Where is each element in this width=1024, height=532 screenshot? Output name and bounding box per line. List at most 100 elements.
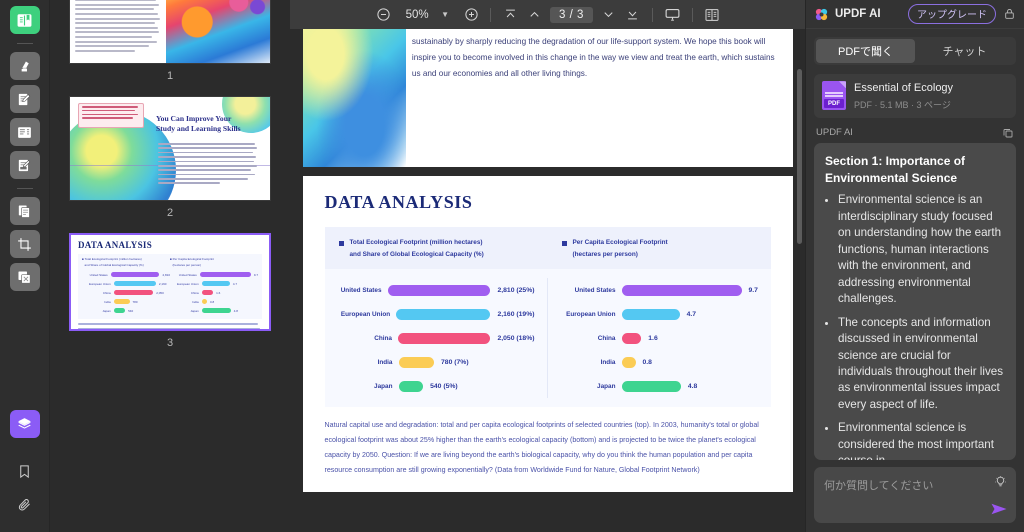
- bar-label: Japan: [597, 382, 616, 390]
- page-indicator[interactable]: 3 / 3: [550, 6, 593, 23]
- bar-row: India 0.8: [560, 350, 759, 374]
- prev-page-button[interactable]: [522, 4, 546, 26]
- bar-row: Japan 540 (5%): [337, 374, 535, 398]
- bar: [397, 332, 491, 344]
- legend-right-line1: Per Capita Ecological Footprint: [572, 239, 668, 246]
- thumb2-callout-box: [78, 103, 144, 128]
- ai-response-label: UPDF AI: [816, 127, 853, 139]
- next-page-button[interactable]: [597, 4, 621, 26]
- bar: [621, 380, 681, 392]
- attached-file-card[interactable]: PDF Essential of Ecology PDF · 5.1 MB · …: [814, 74, 1016, 118]
- file-meta: PDF · 5.1 MB · 3 ページ: [854, 99, 951, 110]
- edit-pdf-icon[interactable]: [9, 118, 40, 146]
- toolbar-divider-3: [691, 7, 693, 22]
- sign-icon[interactable]: [9, 151, 40, 179]
- legend-marker-right: [561, 241, 567, 246]
- last-page-button[interactable]: [621, 4, 645, 26]
- toolbar-divider-2: [651, 7, 653, 22]
- presentation-icon[interactable]: [660, 4, 685, 26]
- attachment-icon[interactable]: [10, 490, 40, 518]
- legend-right: Per Capita Ecological Footprint (hectare…: [548, 237, 771, 269]
- chart-legend-row: Total Ecological Footprint (million hect…: [325, 237, 771, 269]
- chart-total-footprint: United States 2,810 (25%) European Union 2,…: [325, 278, 548, 399]
- thumb3-legend-right: ■ Per Capita Ecological Footprint (hecta…: [170, 257, 214, 267]
- bar-value: 4.7: [686, 310, 697, 318]
- ai-question-input[interactable]: 何か質問してください: [814, 467, 1016, 523]
- thumb3-title: DATA ANALYSIS: [78, 240, 153, 250]
- thumb3-chart-left: United States 2,810 European Union 2,160 C…: [88, 272, 170, 314]
- zoom-out-button[interactable]: [371, 4, 395, 26]
- bar-value: 9.7: [748, 286, 758, 294]
- bar-value: 2,160 (19%): [497, 310, 535, 318]
- bar-row: United States 9.7: [560, 278, 759, 302]
- page2-globe-image: [302, 29, 406, 167]
- lock-icon[interactable]: [1003, 7, 1016, 21]
- bar-row: European Union 2,160 (19%): [337, 302, 535, 326]
- legend-right-line2: (hectares per person): [572, 251, 638, 259]
- bar-value: 2,810 (25%): [497, 286, 535, 294]
- upgrade-button[interactable]: アップグレード: [908, 4, 996, 24]
- thumb2-heading-line2: Study and Learning Skills: [156, 124, 241, 134]
- document-scroll-area[interactable]: sustainably by sharply reducing the degr…: [290, 29, 805, 532]
- thumb1-text-block: [70, 0, 166, 63]
- tab-ask-pdf[interactable]: PDFで聞く: [816, 39, 915, 63]
- pdf-badge: PDF: [824, 99, 844, 109]
- bar-label: European Union: [566, 310, 616, 318]
- book-view-icon[interactable]: [700, 4, 724, 26]
- send-icon[interactable]: [990, 502, 1008, 516]
- zoom-in-button[interactable]: [459, 4, 483, 26]
- charts-row: United States 2,810 (25%) European Union 2,…: [324, 269, 771, 408]
- ai-panel: UPDF AI アップグレード PDFで聞く チャット PDF Essentia…: [805, 0, 1024, 532]
- convert-icon[interactable]: [9, 263, 40, 291]
- bar-row: China 2,050 (18%): [337, 326, 535, 350]
- list-item: The concepts and information discussed i…: [838, 315, 1005, 414]
- ai-input-placeholder: 何か質問してください: [824, 480, 934, 492]
- bar-value: 2,050 (18%): [497, 334, 535, 342]
- zoom-level-value[interactable]: 50%: [395, 9, 439, 21]
- reader-mode-icon[interactable]: [9, 6, 40, 34]
- page-caption: Natural capital use and degradation: tot…: [324, 421, 759, 475]
- bar-label: United States: [574, 286, 616, 294]
- bar: [621, 308, 680, 320]
- rail-divider-2: [16, 188, 33, 189]
- chevron-down-icon[interactable]: ▼: [439, 10, 459, 19]
- bookmark-icon[interactable]: [10, 457, 40, 485]
- copy-icon[interactable]: [1002, 127, 1014, 139]
- bar-value: 780 (7%): [441, 358, 469, 366]
- thumb2-heading: You Can Improve Your Study and Learning …: [156, 114, 260, 135]
- updf-app-window: 1 You Can Improve Your Study and Learnin…: [0, 0, 1024, 532]
- bar-label: United States: [340, 286, 382, 294]
- page-gap: [302, 167, 793, 176]
- bar: [621, 356, 636, 368]
- organize-pages-icon[interactable]: [9, 197, 40, 225]
- tab-chat[interactable]: チャット: [915, 39, 1014, 63]
- thumb3-chart-panel: ■ Total Ecological Footprint (million he…: [78, 254, 262, 320]
- annotate-icon[interactable]: [9, 85, 40, 113]
- thumbnail-page-2[interactable]: You Can Improve Your Study and Learning …: [69, 96, 271, 201]
- highlight-icon[interactable]: [9, 52, 40, 80]
- thumbnail-label-3: 3: [166, 337, 174, 349]
- thumbnail-page-3[interactable]: DATA ANALYSIS ■ Total Ecological Footpri…: [69, 233, 271, 331]
- page-thumbnail-panel[interactable]: 1 You Can Improve Your Study and Learnin…: [50, 0, 290, 532]
- document-scrollbar[interactable]: [797, 69, 802, 244]
- bar: [396, 308, 491, 320]
- thumb2-heading-line1: You Can Improve Your: [156, 114, 232, 123]
- ai-layers-icon[interactable]: [9, 410, 40, 438]
- ai-input-container: 何か質問してください: [806, 460, 1024, 532]
- bar: [621, 332, 642, 344]
- chart-panel: Total Ecological Footprint (million hect…: [324, 227, 771, 408]
- first-page-button[interactable]: [498, 4, 522, 26]
- bar-value: 1.6: [648, 334, 658, 342]
- crop-icon[interactable]: [9, 230, 40, 258]
- page2-body-text: sustainably by sharply reducing the degr…: [411, 37, 775, 78]
- bar-value: 0.8: [642, 358, 652, 366]
- tool-rail: [0, 0, 50, 532]
- thumbnail-page-1[interactable]: [69, 0, 271, 64]
- list-item: Environmental science is considered the …: [838, 420, 1005, 460]
- file-name: Essential of Ecology: [854, 82, 954, 94]
- bar-label: India: [600, 358, 616, 366]
- thumb3-chart-right: United States 9.7 European Union 4.7 China…: [176, 272, 258, 314]
- pdf-page-3: DATA ANALYSIS Total Ecological Footprint…: [302, 176, 793, 492]
- lightbulb-icon[interactable]: [994, 475, 1007, 489]
- bar: [398, 380, 424, 392]
